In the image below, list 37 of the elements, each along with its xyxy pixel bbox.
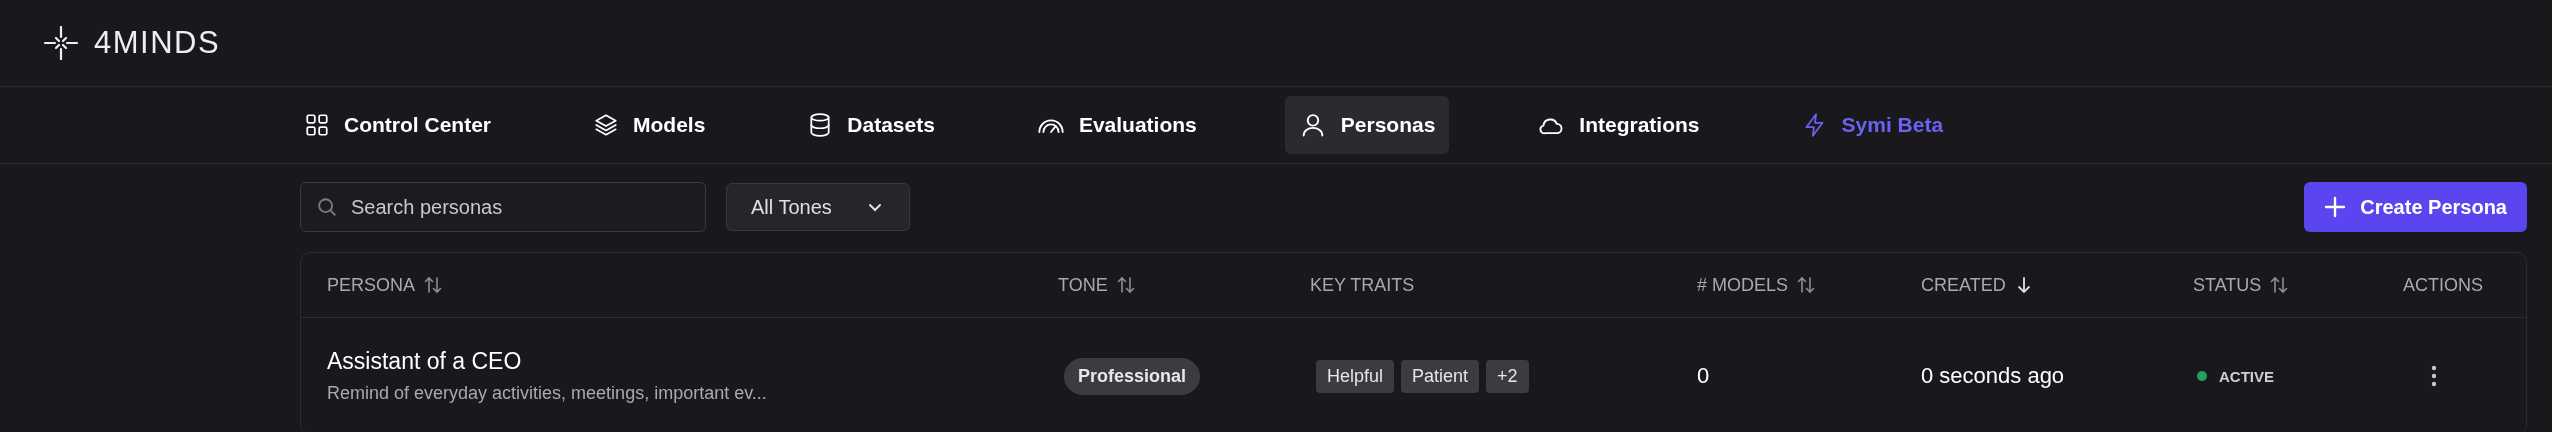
column-header: STATUS bbox=[2193, 274, 2403, 296]
column-header: TONE bbox=[1058, 274, 1310, 296]
sort-icon[interactable] bbox=[1115, 275, 1136, 295]
create-persona-button[interactable]: Create Persona bbox=[2304, 182, 2527, 232]
sort-icon[interactable] bbox=[423, 275, 444, 295]
nav-tab[interactable]: Symi Beta bbox=[1787, 96, 1958, 154]
nav-tab[interactable]: Datasets bbox=[793, 96, 949, 154]
models-count: 0 bbox=[1697, 363, 1711, 389]
column-header: ACTIONS bbox=[2403, 274, 2484, 296]
trait-tag: Patient bbox=[1401, 359, 1480, 393]
layers-icon bbox=[593, 112, 619, 138]
column-header: # MODELS bbox=[1697, 274, 1921, 296]
column-header: PERSONA bbox=[327, 274, 1058, 296]
grid-icon bbox=[304, 112, 330, 138]
brand-name: 4MINDS bbox=[94, 25, 221, 61]
trait-tag: +2 bbox=[1486, 359, 1529, 393]
trait-tag: Helpful bbox=[1316, 359, 1395, 393]
column-header: KEY TRAITS bbox=[1310, 274, 1416, 296]
tone-dropdown[interactable]: All Tones bbox=[726, 183, 910, 231]
sort-icon[interactable] bbox=[2269, 275, 2290, 295]
nav-tab[interactable]: Evaluations bbox=[1022, 96, 1211, 154]
nav-tab[interactable]: Personas bbox=[1284, 96, 1450, 154]
nav-tab[interactable]: Control Center bbox=[290, 96, 505, 154]
nav-tab[interactable]: Models bbox=[579, 96, 720, 154]
sparkle-logo-icon bbox=[44, 26, 78, 60]
status-text: ACTIVE bbox=[2219, 367, 2274, 385]
persona-name: Assistant of a CEO bbox=[327, 348, 523, 375]
nav-tab[interactable]: Integrations bbox=[1523, 96, 1714, 154]
persona-description: Remind of everyday activities, meetings, important ev... bbox=[327, 383, 768, 404]
search-icon bbox=[316, 196, 338, 218]
plus-icon bbox=[2324, 196, 2347, 218]
search-field[interactable]: Search personas bbox=[300, 182, 706, 232]
tone-tag: Professional bbox=[1064, 357, 1201, 395]
more-icon bbox=[2431, 365, 2437, 387]
sort-icon[interactable] bbox=[1796, 275, 1817, 295]
column-header: CREATED bbox=[1921, 274, 2193, 296]
created-time: 0 seconds ago bbox=[1921, 363, 2066, 389]
